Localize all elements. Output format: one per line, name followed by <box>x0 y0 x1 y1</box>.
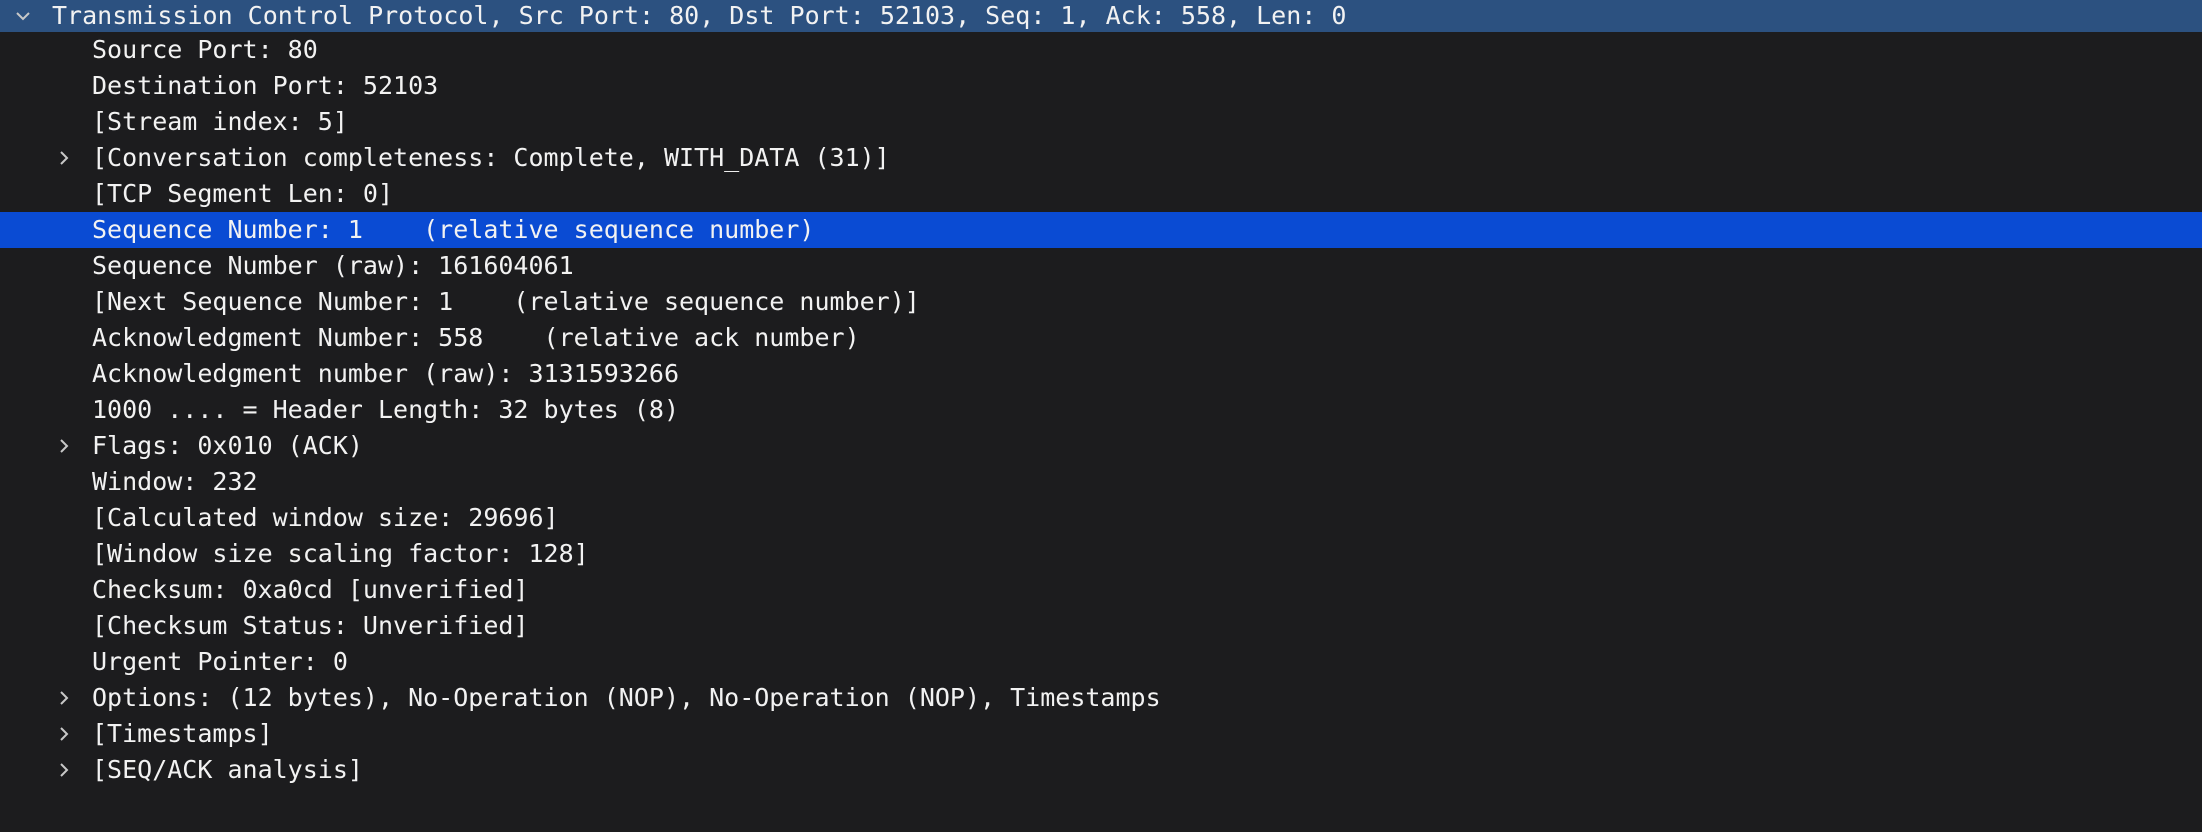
field-label: Window: 232 <box>92 467 258 496</box>
field-row[interactable]: [Stream index: 5] <box>0 104 2202 140</box>
field-rows: Source Port: 80 Destination Port: 52103 [S… <box>0 32 2202 788</box>
field-label: Options: (12 bytes), No-Operation (NOP),… <box>92 683 1161 712</box>
chevron-right-icon[interactable] <box>54 140 74 176</box>
field-row[interactable]: [Next Sequence Number: 1 (relative seque… <box>0 284 2202 320</box>
field-label: Source Port: 80 <box>92 35 318 64</box>
tcp-protocol-header-label: Transmission Control Protocol, Src Port:… <box>52 1 1347 30</box>
field-row[interactable]: [SEQ/ACK analysis] <box>0 752 2202 788</box>
field-label: [Timestamps] <box>92 719 273 748</box>
field-label: Acknowledgment number (raw): 3131593266 <box>92 359 679 388</box>
field-row[interactable]: Acknowledgment Number: 558 (relative ack… <box>0 320 2202 356</box>
field-label: [Window size scaling factor: 128] <box>92 539 589 568</box>
field-label: Urgent Pointer: 0 <box>92 647 348 676</box>
field-label: [TCP Segment Len: 0] <box>92 179 394 208</box>
field-label: Acknowledgment Number: 558 (relative ack… <box>92 323 860 352</box>
chevron-right-icon[interactable] <box>54 752 74 788</box>
field-row[interactable]: 1000 .... = Header Length: 32 bytes (8) <box>0 392 2202 428</box>
chevron-down-icon[interactable] <box>13 0 33 32</box>
field-label: [Conversation completeness: Complete, WI… <box>92 143 890 172</box>
field-row[interactable]: Options: (12 bytes), No-Operation (NOP),… <box>0 680 2202 716</box>
field-label: [Checksum Status: Unverified] <box>92 611 529 640</box>
field-row[interactable]: [Calculated window size: 29696] <box>0 500 2202 536</box>
field-row[interactable]: Destination Port: 52103 <box>0 68 2202 104</box>
field-label: [Calculated window size: 29696] <box>92 503 559 532</box>
field-label: 1000 .... = Header Length: 32 bytes (8) <box>92 395 679 424</box>
field-row[interactable]: Window: 232 <box>0 464 2202 500</box>
chevron-right-icon[interactable] <box>54 716 74 752</box>
field-row[interactable]: [Checksum Status: Unverified] <box>0 608 2202 644</box>
chevron-right-icon[interactable] <box>54 680 74 716</box>
field-row[interactable]: [Timestamps] <box>0 716 2202 752</box>
field-row[interactable]: [Window size scaling factor: 128] <box>0 536 2202 572</box>
field-label: [Stream index: 5] <box>92 107 348 136</box>
field-row[interactable]: Acknowledgment number (raw): 3131593266 <box>0 356 2202 392</box>
field-row[interactable]: [Conversation completeness: Complete, WI… <box>0 140 2202 176</box>
field-label: Sequence Number (raw): 161604061 <box>92 251 574 280</box>
packet-details-tree: Transmission Control Protocol, Src Port:… <box>0 0 2202 788</box>
field-row[interactable]: Sequence Number (raw): 161604061 <box>0 248 2202 284</box>
field-row-selected[interactable]: Sequence Number: 1 (relative sequence nu… <box>0 212 2202 248</box>
chevron-right-icon[interactable] <box>54 428 74 464</box>
field-row[interactable]: Checksum: 0xa0cd [unverified] <box>0 572 2202 608</box>
tcp-protocol-header-row[interactable]: Transmission Control Protocol, Src Port:… <box>0 0 2202 32</box>
field-row[interactable]: Source Port: 80 <box>0 32 2202 68</box>
field-label: Flags: 0x010 (ACK) <box>92 431 363 460</box>
field-label: [SEQ/ACK analysis] <box>92 755 363 784</box>
field-label: Destination Port: 52103 <box>92 71 439 100</box>
field-label: Checksum: 0xa0cd [unverified] <box>92 575 529 604</box>
field-label: [Next Sequence Number: 1 (relative seque… <box>92 287 920 316</box>
field-label: Sequence Number: 1 (relative sequence nu… <box>92 215 815 244</box>
field-row[interactable]: Urgent Pointer: 0 <box>0 644 2202 680</box>
field-row[interactable]: [TCP Segment Len: 0] <box>0 176 2202 212</box>
field-row[interactable]: Flags: 0x010 (ACK) <box>0 428 2202 464</box>
